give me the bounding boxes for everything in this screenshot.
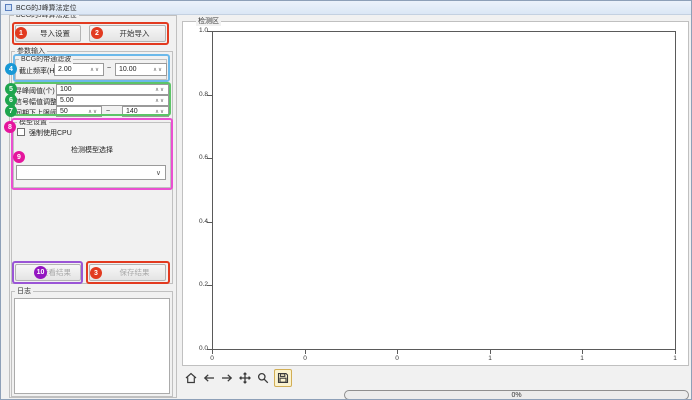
y-tick-mark [207, 285, 212, 286]
model-select-dropdown[interactable]: ∨ [16, 165, 166, 180]
zoom-icon[interactable] [256, 371, 270, 385]
signal-adjust-spinbox[interactable]: 5.00 ∧∨ [56, 95, 169, 106]
x-tick-mark [675, 350, 676, 354]
y-tick-label: 0.0 [188, 345, 208, 352]
interval-high-spinbox[interactable]: 140 ∧∨ [122, 106, 169, 117]
force-cpu-checkbox[interactable] [17, 128, 25, 136]
y-tick-mark [207, 95, 212, 96]
x-tick-label: 0 [389, 355, 405, 362]
y-tick-mark [207, 158, 212, 159]
x-tick-mark [212, 350, 213, 354]
chevron-down-icon: ∨ [156, 169, 161, 177]
home-icon[interactable] [184, 371, 198, 385]
y-tick-label: 0.4 [188, 218, 208, 225]
x-tick-mark [305, 350, 306, 354]
cutoff-high-value: 10.00 [119, 66, 137, 73]
x-tick-label: 0 [297, 355, 313, 362]
view-results-button[interactable]: 查看结果 [15, 264, 81, 281]
annotation-badge-4: 4 [5, 63, 17, 75]
force-cpu-label: 强制使用CPU [29, 128, 72, 138]
detection-area-group: 1.0 0.8 0.6 0.4 0.2 0.0 0 0 0 1 1 1 [182, 21, 689, 366]
y-tick-label: 0.8 [188, 91, 208, 98]
cutoff-high-spinbox[interactable]: 10.00 ∧∨ [115, 63, 167, 76]
cutoff-low-value: 2.00 [58, 66, 72, 73]
peak-threshold-value: 100 [60, 86, 72, 93]
y-tick-mark [207, 222, 212, 223]
annotation-badge-3: 3 [90, 267, 102, 279]
plot-toolbar [184, 369, 292, 387]
x-tick-mark [582, 350, 583, 354]
log-textarea[interactable] [14, 298, 170, 394]
annotation-badge-8: 8 [4, 121, 16, 133]
cutoff-range-separator: ~ [107, 65, 111, 72]
x-tick-mark [490, 350, 491, 354]
progress-bar: 0% [344, 390, 689, 400]
spin-up-down-icon[interactable]: ∧∨ [155, 109, 165, 115]
model-select-label: 检测模型选择 [13, 145, 171, 155]
pan-icon[interactable] [238, 371, 252, 385]
spin-up-down-icon[interactable]: ∧∨ [155, 87, 165, 93]
x-tick-label: 0 [204, 355, 220, 362]
import-settings-label: 导入设置 [40, 28, 70, 39]
annotation-badge-2: 2 [91, 27, 103, 39]
log-groupbox-label: 日志 [15, 287, 33, 296]
x-tick-label: 1 [667, 355, 683, 362]
plot-canvas[interactable] [212, 31, 676, 350]
y-tick-label: 1.0 [188, 27, 208, 34]
annotation-badge-9: 9 [13, 151, 25, 163]
x-tick-label: 1 [574, 355, 590, 362]
y-tick-mark [207, 31, 212, 32]
detection-area-label: 检测区 [196, 17, 221, 26]
annotation-badge-10: 10 [34, 266, 47, 279]
app-window: BCG的J峰算法定位 – □ × BCG的J峰算法定位 导入设置 开始导入 参数… [0, 0, 692, 400]
spin-up-down-icon[interactable]: ∧∨ [90, 67, 100, 73]
app-icon [5, 4, 12, 11]
cutoff-low-spinbox[interactable]: 2.00 ∧∨ [54, 63, 104, 76]
save-results-label: 保存结果 [120, 267, 150, 278]
interval-low-spinbox[interactable]: 50 ∧∨ [56, 106, 102, 117]
peak-threshold-spinbox[interactable]: 100 ∧∨ [56, 84, 169, 95]
annotation-badge-7: 7 [5, 105, 17, 117]
interval-low-value: 50 [60, 108, 68, 115]
spin-up-down-icon[interactable]: ∧∨ [88, 109, 98, 115]
interval-high-value: 140 [126, 108, 138, 115]
forward-arrow-icon[interactable] [220, 371, 234, 385]
signal-adjust-value: 5.00 [60, 97, 74, 104]
spin-up-down-icon[interactable]: ∧∨ [155, 98, 165, 104]
progress-text: 0% [511, 392, 521, 399]
spin-up-down-icon[interactable]: ∧∨ [153, 67, 163, 73]
peak-threshold-label: 寻峰阈值(个) [15, 86, 55, 96]
y-tick-label: 0.6 [188, 154, 208, 161]
x-tick-label: 1 [482, 355, 498, 362]
x-tick-mark [397, 350, 398, 354]
model-groupbox-label: 模型设置 [17, 118, 49, 127]
save-icon[interactable] [276, 371, 290, 385]
annotation-badge-1: 1 [15, 27, 27, 39]
window-title: BCG的J峰算法定位 [16, 3, 77, 13]
y-tick-label: 0.2 [188, 281, 208, 288]
start-import-label: 开始导入 [120, 28, 150, 39]
save-icon-highlight [274, 369, 292, 387]
interval-range-separator: ~ [106, 108, 110, 115]
titlebar: BCG的J峰算法定位 [1, 1, 691, 15]
bandpass-groupbox-label: BCG的带通滤波 [19, 55, 73, 64]
back-arrow-icon[interactable] [202, 371, 216, 385]
